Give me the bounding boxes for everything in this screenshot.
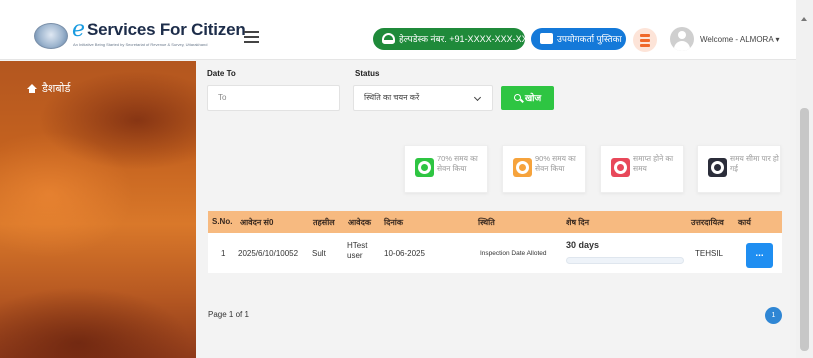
layers-icon (640, 34, 650, 37)
status-card-90: 90% समय का सेवन किया (502, 145, 586, 193)
top-header: e Services For Citizen An Initiative Bei… (0, 0, 796, 60)
column-header: S.No. (212, 217, 233, 226)
column-header: स्थिति (478, 218, 495, 227)
cell-tehsil: Sult (312, 249, 326, 258)
status-card-text: 70% समय का सेवन किया (437, 154, 478, 173)
helpline-button[interactable]: हेल्पडेस्क नंबर. +91-XXXX-XXX-XXX (373, 28, 534, 50)
sidebar-item-dashboard[interactable]: डैशबोर्ड (27, 81, 70, 96)
smile-icon (513, 158, 532, 177)
search-icon (513, 94, 521, 101)
status-select-value: स्थिति का चयन करें (364, 93, 420, 102)
frown-icon (611, 158, 630, 177)
table-row: 1 2025/6/10/10052 Sult HTest user 10-06-… (208, 233, 782, 273)
column-header: आवेदक (348, 218, 372, 227)
cell-status: Inspection Date Alloted (480, 250, 547, 257)
column-header: तहसील (313, 218, 335, 227)
layers-button[interactable] (633, 28, 657, 52)
logo-subtitle: An Initiative Being Started by Secretari… (73, 42, 208, 47)
welcome-user-menu[interactable]: Welcome - ALMORA ▾ (700, 35, 779, 44)
pagination-text: Page 1 of 1 (208, 310, 249, 319)
caret-down-icon: ▾ (773, 35, 780, 44)
status-card-text: समय सीमा पार हो गई (730, 154, 779, 173)
helpline-label: हेल्पडेस्क नंबर. +91-XXXX-XXX-XXX (399, 34, 534, 44)
cell-days-left: 30 days (566, 240, 600, 250)
column-header: उत्तरदायित्व (691, 218, 724, 227)
days-left-progress (566, 257, 684, 264)
book-icon (540, 33, 553, 45)
app-window: e Services For Citizen An Initiative Bei… (0, 0, 813, 358)
status-card-expiring: समाप्त होने का समय (600, 145, 684, 193)
chevron-down-icon (473, 93, 482, 102)
scroll-up-arrow-icon[interactable] (801, 17, 807, 21)
cell-sno: 1 (221, 249, 226, 258)
avatar[interactable] (670, 27, 694, 51)
cell-applicant: HTest user (347, 241, 368, 260)
page-1-button[interactable]: 1 (765, 307, 782, 324)
column-header: शेष दिन (566, 218, 590, 227)
status-card-70: 70% समय का सेवन किया (404, 145, 488, 193)
column-header: कार्य (738, 218, 751, 227)
date-to-placeholder: To (218, 93, 227, 102)
status-card-text: 90% समय का सेवन किया (535, 154, 576, 173)
date-to-input[interactable]: To (207, 85, 340, 111)
cell-date: 10-06-2025 (384, 249, 425, 258)
status-card-text: समाप्त होने का समय (633, 154, 674, 173)
sidebar: डैशबोर्ड (0, 61, 196, 358)
sidebar-item-label: डैशबोर्ड (42, 83, 71, 95)
logo-e: e (72, 17, 86, 42)
main-content: Date To To Status स्थिति का चयन करें खोज… (196, 61, 796, 358)
hamburger-menu-icon[interactable] (244, 31, 259, 43)
cell-application-no: 2025/6/10/10052 (238, 249, 299, 258)
sad-icon (708, 158, 727, 177)
logo-title: Services For Citizen (87, 20, 246, 39)
column-header: आवेदन सं0 (240, 218, 274, 227)
status-select[interactable]: स्थिति का चयन करें (353, 85, 493, 111)
search-button[interactable]: खोज (501, 86, 554, 110)
user-manual-label: उपयोगकर्ता पुस्तिका (557, 34, 622, 44)
search-label: खोज (524, 93, 542, 103)
home-icon (27, 84, 37, 93)
logo-emblem-icon (34, 23, 68, 49)
column-header: दिनांक (384, 218, 403, 227)
headset-icon (382, 33, 395, 45)
vertical-scrollbar[interactable] (796, 0, 813, 358)
cell-responsibility: TEHSIL (695, 249, 724, 258)
row-action-button[interactable]: ... (746, 243, 773, 268)
status-card-overdue: समय सीमा पार हो गई (697, 145, 781, 193)
status-label: Status (355, 69, 380, 78)
scroll-thumb[interactable] (800, 108, 809, 351)
table-header: S.No. आवेदन सं0 तहसील आवेदक दिनांक स्थित… (208, 211, 782, 233)
smile-icon (415, 158, 434, 177)
user-manual-button[interactable]: उपयोगकर्ता पुस्तिका (531, 28, 626, 50)
date-to-label: Date To (207, 69, 236, 78)
welcome-text: Welcome - ALMORA (700, 35, 774, 44)
